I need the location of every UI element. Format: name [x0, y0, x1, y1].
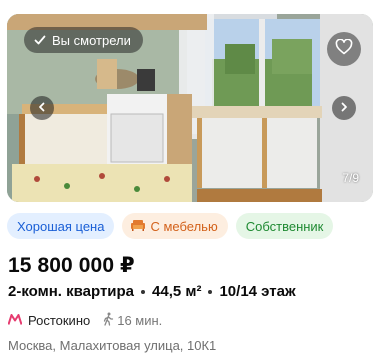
- listing-card[interactable]: Вы смотрели 7/9 Хорошая цена С мебелью С…: [0, 0, 382, 359]
- pedestrian-icon: [102, 312, 114, 329]
- favorite-button[interactable]: [327, 32, 361, 66]
- badges-row: Хорошая цена С мебелью Собственник: [7, 213, 334, 239]
- listing-details: 2-комн. квартира 44,5 м² 10/14 этаж: [8, 283, 296, 300]
- chevron-left-icon: [37, 99, 47, 117]
- sofa-icon: [130, 218, 146, 235]
- listing-price: 15 800 000 ₽: [8, 254, 135, 277]
- good-price-label: Хорошая цена: [17, 218, 105, 234]
- viewed-badge: Вы смотрели: [24, 27, 143, 53]
- floor-text: 10/14 этаж: [219, 283, 296, 300]
- owner-label: Собственник: [245, 218, 324, 234]
- previous-photo-button[interactable]: [30, 96, 54, 120]
- separator-dot: [208, 289, 213, 294]
- metro-icon: [7, 313, 23, 328]
- rooms-text: 2-комн. квартира: [8, 283, 135, 300]
- walk-time-text: 16 мин.: [117, 313, 163, 328]
- walk-time: 16 мин.: [102, 312, 162, 329]
- next-photo-button[interactable]: [332, 96, 356, 120]
- area-text: 44,5 м²: [152, 283, 202, 300]
- listing-photo[interactable]: Вы смотрели 7/9: [7, 14, 373, 202]
- separator-dot: [141, 289, 146, 294]
- furniture-label: С мебелью: [150, 218, 218, 234]
- checkmark-icon: [34, 34, 46, 46]
- heart-icon: [335, 37, 353, 60]
- metro-info: Ростокино 16 мин.: [7, 312, 162, 329]
- metro-station: Ростокино: [28, 313, 91, 328]
- chevron-right-icon: [339, 99, 349, 117]
- furniture-badge[interactable]: С мебелью: [122, 213, 228, 239]
- photo-counter: 7/9: [342, 171, 359, 185]
- viewed-label: Вы смотрели: [52, 32, 131, 48]
- listing-address: Москва, Малахитовая улица, 10К1: [8, 338, 217, 353]
- owner-badge[interactable]: Собственник: [235, 213, 334, 239]
- good-price-badge[interactable]: Хорошая цена: [7, 213, 115, 239]
